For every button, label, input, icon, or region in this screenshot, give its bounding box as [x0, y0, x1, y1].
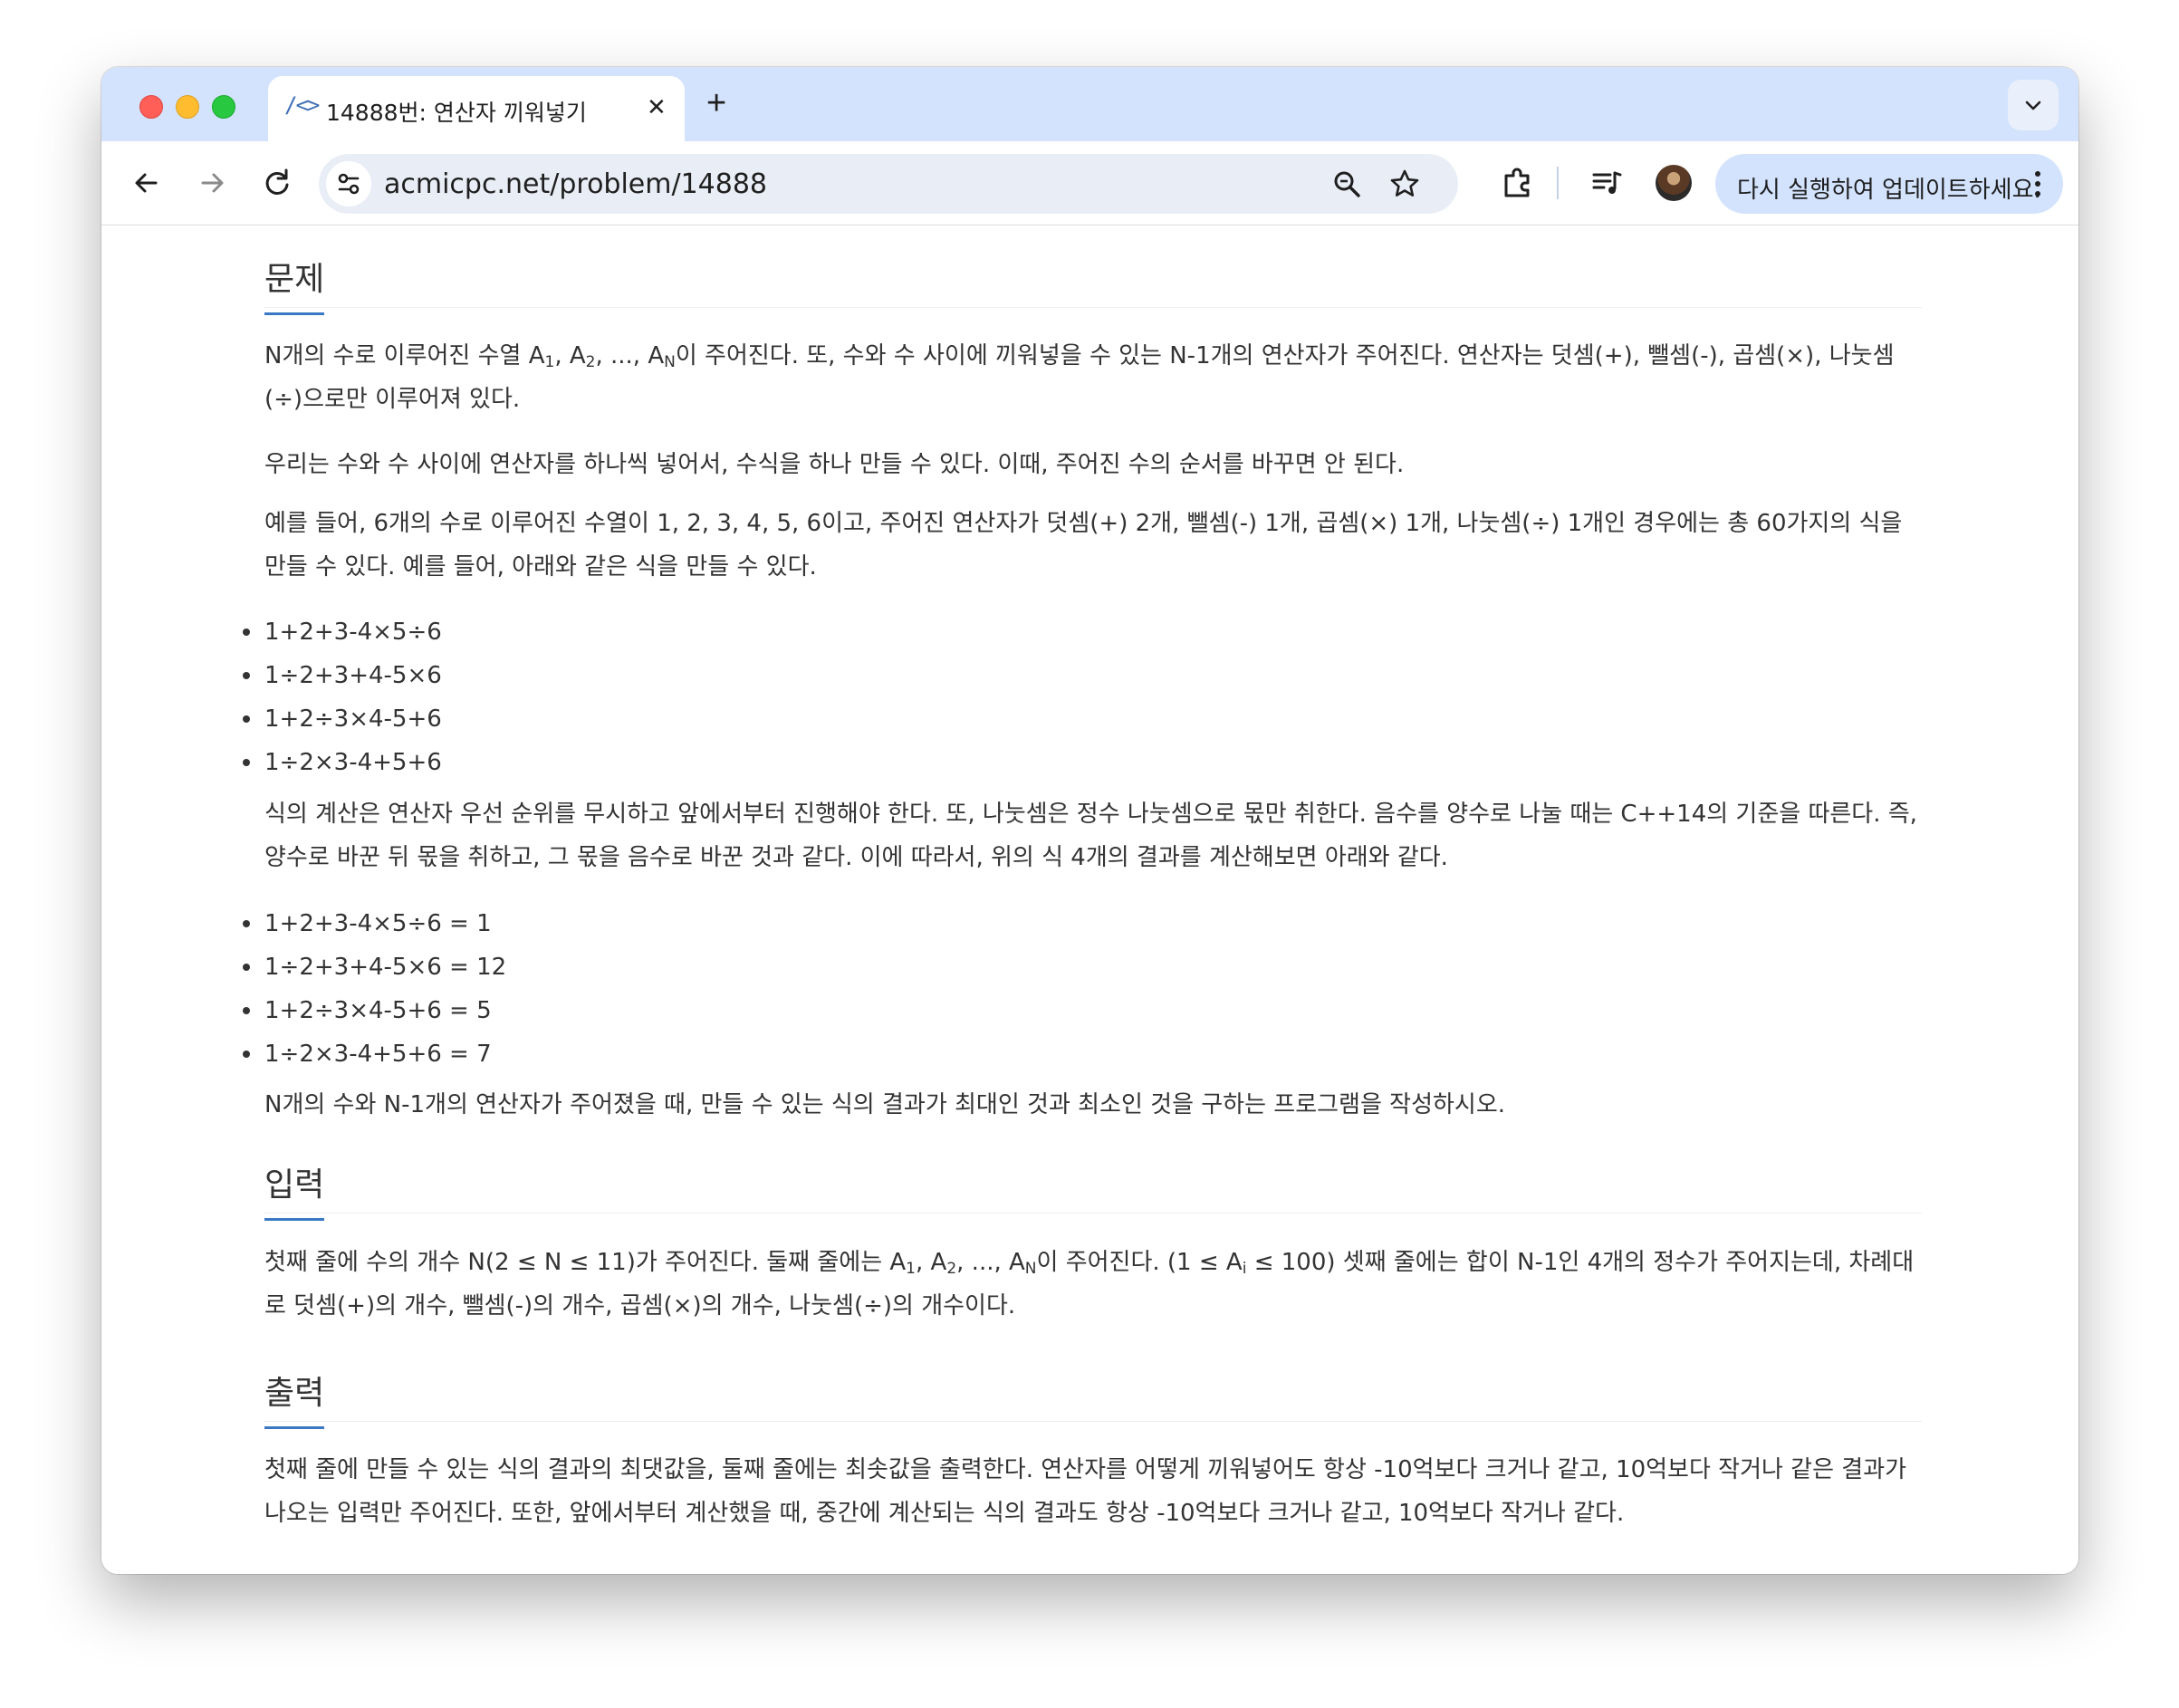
- bookmark-button[interactable]: [1389, 168, 1420, 199]
- site-info-button[interactable]: [326, 161, 371, 206]
- browser-toolbar: acmicpc.net/problem/14888 다시 실행하여 업데이트하세…: [101, 141, 2078, 225]
- puzzle-icon: [1504, 168, 1530, 197]
- zoom-icon: [1334, 171, 1360, 197]
- profile-avatar[interactable]: [1656, 165, 1692, 201]
- tab-search-button[interactable]: [2008, 80, 2059, 130]
- output-section-header: 출력: [264, 1358, 1922, 1429]
- update-button-label: 다시 실행하여 업데이트하세요.: [1737, 177, 2041, 204]
- arrow-right-icon: [201, 173, 224, 193]
- problem-paragraph-3: 예를 들어, 6개의 수로 이루어진 수열이 1, 2, 3, 4, 5, 6이…: [264, 510, 1903, 581]
- subscript: 1: [906, 1260, 916, 1278]
- minimize-window-button[interactable]: [176, 95, 199, 119]
- subscript: N: [1024, 1260, 1037, 1278]
- list-item: 1+2+3-4×5÷6: [243, 610, 1623, 654]
- subscript: 1: [544, 353, 555, 371]
- input-paragraph: 첫째 줄에 수의 개수 N(2 ≤ N ≤ 11)가 주어진다. 둘째 줄에는 …: [264, 1241, 1922, 1328]
- subscript: N: [664, 353, 676, 371]
- media-controls-button[interactable]: [1587, 163, 1627, 203]
- text-run: 이 주어진다. (1 ≤ A: [1036, 1249, 1243, 1276]
- text-run: 첫째 줄에 수의 개수 N(2 ≤ N ≤ 11)가 주어진다. 둘째 줄에는 …: [264, 1249, 907, 1276]
- arrow-left-icon: [135, 173, 158, 193]
- output-section-title: 출력: [264, 1367, 325, 1429]
- examples-list: 1+2+3-4×5÷6 1÷2+3+4-5×6 1+2÷3×4-5+6 1÷2×…: [243, 610, 1623, 784]
- tab-title: 14888번: 연산자 끼워넣기: [326, 100, 587, 126]
- text-run: N개의 수로 이루어진 수열 A: [264, 342, 545, 369]
- tune-icon: [338, 173, 360, 195]
- maximize-window-button[interactable]: [212, 95, 235, 119]
- chevron-down-icon: [2025, 101, 2041, 110]
- browser-window: /<> 14888번: 연산자 끼워넣기 ✕ + acmicpc.net/pro…: [101, 67, 2078, 1574]
- reload-button[interactable]: [257, 163, 297, 203]
- text-run: , ..., A: [956, 1249, 1025, 1276]
- address-bar[interactable]: acmicpc.net/problem/14888: [319, 154, 1458, 214]
- list-item: 1+2÷3×4-5+6: [243, 697, 1623, 741]
- tab-strip: /<> 14888번: 연산자 끼워넣기 ✕ +: [101, 67, 2078, 141]
- problem-section-header: 문제: [264, 244, 1922, 315]
- problem-section-title: 문제: [264, 253, 325, 315]
- toolbar-separator: [1557, 167, 1559, 199]
- close-window-button[interactable]: [139, 95, 163, 119]
- text-run: , A: [916, 1249, 947, 1276]
- problem-paragraph-1: N개의 수로 이루어진 수열 A1, A2, ..., AN이 주어진다. 또,…: [264, 334, 1922, 421]
- list-item: 1÷2×3-4+5+6 = 7: [243, 1032, 1623, 1076]
- list-item: 1÷2+3+4-5×6 = 12: [243, 945, 1623, 989]
- url-text[interactable]: acmicpc.net/problem/14888: [384, 168, 767, 200]
- input-section-header: 입력: [264, 1149, 1922, 1221]
- forward-button[interactable]: [192, 163, 232, 203]
- results-list: 1+2+3-4×5÷6 = 1 1÷2+3+4-5×6 = 12 1+2÷3×4…: [243, 902, 1623, 1076]
- star-icon: [1390, 169, 1419, 197]
- kebab-menu-icon: [2035, 171, 2040, 197]
- subscript: 2: [585, 353, 596, 371]
- subscript: 2: [946, 1260, 957, 1278]
- playlist-icon: [1592, 171, 1622, 194]
- close-tab-icon[interactable]: ✕: [647, 94, 667, 120]
- more-menu-button[interactable]: [2027, 167, 2049, 201]
- text-run: , A: [554, 342, 586, 369]
- list-item: 1÷2×3-4+5+6: [243, 741, 1623, 784]
- page-content: 문제 N개의 수로 이루어진 수열 A1, A2, ..., AN이 주어진다.…: [101, 225, 2078, 1574]
- back-button[interactable]: [127, 163, 167, 203]
- code-favicon-icon: /<>: [284, 92, 320, 118]
- input-section-title: 입력: [264, 1158, 325, 1221]
- list-item: 1+2+3-4×5÷6 = 1: [243, 902, 1623, 945]
- list-item: 1+2÷3×4-5+6 = 5: [243, 989, 1623, 1032]
- problem-paragraph-2: 우리는 수와 수 사이에 연산자를 하나씩 넣어서, 수식을 하나 만들 수 있…: [264, 451, 1405, 478]
- problem-paragraph-5: N개의 수와 N-1개의 연산자가 주어졌을 때, 만들 수 있는 식의 결과가…: [264, 1091, 1506, 1118]
- zoom-button[interactable]: [1331, 168, 1362, 199]
- extensions-button[interactable]: [1498, 163, 1538, 203]
- reload-icon: [265, 168, 289, 195]
- update-button[interactable]: 다시 실행하여 업데이트하세요.: [1715, 154, 2063, 214]
- text-run: , ..., A: [595, 342, 665, 369]
- output-paragraph: 첫째 줄에 만들 수 있는 식의 결과의 최댓값을, 둘째 줄에는 최솟값을 출…: [264, 1456, 1907, 1527]
- new-tab-button[interactable]: +: [706, 85, 726, 121]
- list-item: 1÷2+3+4-5×6: [243, 654, 1623, 697]
- problem-paragraph-4: 식의 계산은 연산자 우선 순위를 무시하고 앞에서부터 진행해야 한다. 또,…: [264, 801, 1917, 871]
- active-tab[interactable]: /<> 14888번: 연산자 끼워넣기 ✕: [268, 76, 685, 141]
